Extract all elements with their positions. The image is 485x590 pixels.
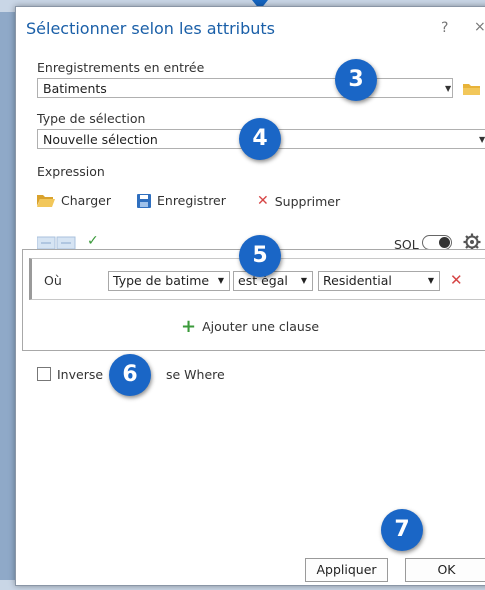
apply-label: Appliquer [316, 562, 377, 577]
step-badge-4: 4 [239, 118, 281, 160]
input-records-dropdown-icon[interactable]: ▼ [445, 84, 451, 93]
delete-label: Supprimer [274, 193, 341, 209]
operator-dropdown-icon: ▼ [300, 276, 307, 285]
remove-clause-icon[interactable]: ✕ [450, 271, 463, 289]
step-badge-5: 5 [239, 235, 281, 277]
field-dropdown-icon: ▼ [217, 276, 224, 285]
selection-type-dropdown-icon[interactable]: ▼ [479, 135, 485, 144]
add-clause-label: Ajouter une clause [202, 319, 320, 334]
expression-label: Expression [37, 164, 105, 179]
step-badge-6: 6 [109, 354, 151, 396]
field-value: Type de batime [113, 273, 210, 288]
selection-type-value: Nouvelle sélection [43, 132, 158, 147]
invert-where-checkbox[interactable] [37, 367, 51, 381]
browse-folder-icon[interactable] [463, 83, 480, 95]
invert-label-start: Inverse [57, 367, 104, 382]
selection-type-label: Type de sélection [37, 111, 146, 126]
load-button[interactable]: Charger [37, 193, 111, 208]
invert-label-end: se Where [166, 367, 225, 382]
apply-button[interactable]: Appliquer [305, 558, 388, 582]
help-icon[interactable]: ? [441, 20, 448, 36]
sql-toggle-knob [439, 237, 450, 248]
titlebar: Sélectionner selon les attributs ? × [16, 7, 485, 47]
sql-toggle[interactable] [422, 235, 452, 250]
delete-x-icon: ✕ [257, 193, 269, 209]
input-records-label: Enregistrements en entrée [37, 60, 205, 75]
folder-open-icon [37, 195, 55, 207]
verify-check-icon[interactable]: ✓ [87, 233, 99, 249]
delete-button[interactable]: ✕ Supprimer [257, 193, 340, 209]
expression-format-icons[interactable] [37, 236, 79, 250]
step-badge-7: 7 [381, 509, 423, 551]
value-select[interactable]: Residential ▼ [318, 271, 440, 291]
operator-select[interactable]: est égal ▼ [233, 271, 313, 291]
ok-button[interactable]: OK [405, 558, 485, 582]
value-dropdown-icon: ▼ [427, 276, 434, 285]
add-plus-icon: + [181, 315, 197, 337]
ok-label: OK [437, 562, 456, 577]
close-icon[interactable]: × [474, 19, 485, 35]
add-clause-button[interactable]: + Ajouter une clause [181, 315, 320, 337]
where-label: Où [44, 273, 62, 288]
save-label: Enregistrer [157, 193, 226, 208]
field-select[interactable]: Type de batime ▼ [108, 271, 230, 291]
save-button[interactable]: Enregistrer [137, 193, 226, 208]
step-badge-3: 3 [335, 59, 377, 101]
input-records-value: Batiments [43, 81, 107, 96]
input-records-select[interactable]: Batiments [37, 78, 453, 98]
load-label: Charger [61, 193, 111, 208]
value-value: Residential [323, 273, 392, 288]
dialog-title: Sélectionner selon les attributs [26, 19, 276, 38]
save-disk-icon [137, 193, 151, 208]
